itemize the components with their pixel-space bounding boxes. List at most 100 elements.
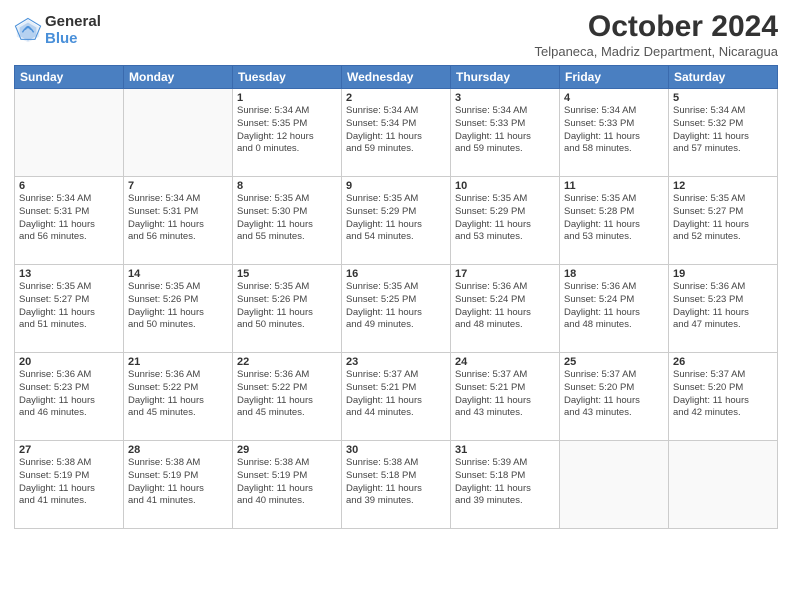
cal-cell: 27Sunrise: 5:38 AMSunset: 5:19 PMDayligh… <box>15 441 124 529</box>
cell-line: Daylight: 11 hours <box>564 395 664 408</box>
cell-line: and 56 minutes. <box>19 231 119 244</box>
cell-line: Daylight: 11 hours <box>346 219 446 232</box>
cell-line: and 41 minutes. <box>19 495 119 508</box>
day-number: 15 <box>237 268 337 280</box>
cal-cell: 26Sunrise: 5:37 AMSunset: 5:20 PMDayligh… <box>669 353 778 441</box>
cell-line: Sunset: 5:22 PM <box>237 382 337 395</box>
title-block: October 2024 Telpaneca, Madriz Departmen… <box>534 10 778 59</box>
day-number: 17 <box>455 268 555 280</box>
cell-line: Sunrise: 5:35 AM <box>128 281 228 294</box>
day-number: 13 <box>19 268 119 280</box>
cal-cell: 31Sunrise: 5:39 AMSunset: 5:18 PMDayligh… <box>451 441 560 529</box>
cell-line: Sunset: 5:28 PM <box>564 206 664 219</box>
cell-line: Sunrise: 5:38 AM <box>128 457 228 470</box>
day-number: 26 <box>673 356 773 368</box>
cell-line: Daylight: 11 hours <box>128 395 228 408</box>
column-header-tuesday: Tuesday <box>233 66 342 89</box>
day-number: 27 <box>19 444 119 456</box>
cell-line: Sunset: 5:20 PM <box>673 382 773 395</box>
month-title: October 2024 <box>534 10 778 44</box>
cell-line: and 44 minutes. <box>346 407 446 420</box>
day-number: 8 <box>237 180 337 192</box>
week-row-3: 20Sunrise: 5:36 AMSunset: 5:23 PMDayligh… <box>15 353 778 441</box>
cell-line: Sunset: 5:32 PM <box>673 118 773 131</box>
week-row-0: 1Sunrise: 5:34 AMSunset: 5:35 PMDaylight… <box>15 89 778 177</box>
cell-line: Daylight: 11 hours <box>128 307 228 320</box>
cell-line: Sunrise: 5:34 AM <box>564 105 664 118</box>
cell-line: Sunrise: 5:39 AM <box>455 457 555 470</box>
column-header-friday: Friday <box>560 66 669 89</box>
cell-line: Sunrise: 5:34 AM <box>237 105 337 118</box>
cal-cell: 13Sunrise: 5:35 AMSunset: 5:27 PMDayligh… <box>15 265 124 353</box>
column-header-saturday: Saturday <box>669 66 778 89</box>
cal-cell: 6Sunrise: 5:34 AMSunset: 5:31 PMDaylight… <box>15 177 124 265</box>
cell-line: Daylight: 11 hours <box>673 131 773 144</box>
cell-line: Sunset: 5:31 PM <box>128 206 228 219</box>
cal-cell: 4Sunrise: 5:34 AMSunset: 5:33 PMDaylight… <box>560 89 669 177</box>
cell-line: and 39 minutes. <box>346 495 446 508</box>
day-number: 5 <box>673 92 773 104</box>
cell-line: and 42 minutes. <box>673 407 773 420</box>
cal-cell <box>15 89 124 177</box>
cell-line: and 0 minutes. <box>237 143 337 156</box>
cell-line: Daylight: 11 hours <box>237 219 337 232</box>
cell-line: Sunset: 5:29 PM <box>455 206 555 219</box>
cell-line: Daylight: 11 hours <box>673 219 773 232</box>
day-number: 2 <box>346 92 446 104</box>
cell-line: Sunrise: 5:36 AM <box>564 281 664 294</box>
day-number: 23 <box>346 356 446 368</box>
cell-line: Daylight: 11 hours <box>346 307 446 320</box>
day-number: 14 <box>128 268 228 280</box>
cal-cell: 29Sunrise: 5:38 AMSunset: 5:19 PMDayligh… <box>233 441 342 529</box>
day-number: 7 <box>128 180 228 192</box>
cell-line: Sunset: 5:19 PM <box>128 470 228 483</box>
logo-general: General <box>45 14 101 31</box>
day-number: 20 <box>19 356 119 368</box>
cell-line: and 48 minutes. <box>564 319 664 332</box>
calendar-table: SundayMondayTuesdayWednesdayThursdayFrid… <box>14 65 778 529</box>
cell-line: Sunset: 5:18 PM <box>455 470 555 483</box>
cell-line: Daylight: 11 hours <box>19 307 119 320</box>
logo: General Blue <box>14 14 101 47</box>
day-number: 24 <box>455 356 555 368</box>
cell-line: Sunrise: 5:34 AM <box>19 193 119 206</box>
cell-line: Sunset: 5:19 PM <box>19 470 119 483</box>
cal-cell: 16Sunrise: 5:35 AMSunset: 5:25 PMDayligh… <box>342 265 451 353</box>
cell-line: and 40 minutes. <box>237 495 337 508</box>
cal-cell: 12Sunrise: 5:35 AMSunset: 5:27 PMDayligh… <box>669 177 778 265</box>
cell-line: Daylight: 11 hours <box>673 307 773 320</box>
cell-line: Sunset: 5:24 PM <box>564 294 664 307</box>
cell-line: and 43 minutes. <box>455 407 555 420</box>
cell-line: Daylight: 11 hours <box>237 307 337 320</box>
cal-cell: 25Sunrise: 5:37 AMSunset: 5:20 PMDayligh… <box>560 353 669 441</box>
cell-line: Sunset: 5:21 PM <box>455 382 555 395</box>
cell-line: Daylight: 11 hours <box>455 131 555 144</box>
cal-cell: 14Sunrise: 5:35 AMSunset: 5:26 PMDayligh… <box>124 265 233 353</box>
cell-line: and 59 minutes. <box>455 143 555 156</box>
cal-cell: 17Sunrise: 5:36 AMSunset: 5:24 PMDayligh… <box>451 265 560 353</box>
cell-line: Daylight: 11 hours <box>346 395 446 408</box>
cell-line: Daylight: 11 hours <box>564 307 664 320</box>
week-row-1: 6Sunrise: 5:34 AM Sunset: 5:31 PM Daylight… <box>15 177 778 265</box>
cell-line: Sunset: 5:27 PM <box>19 294 119 307</box>
day-number: 11 <box>564 180 664 192</box>
cell-line: Sunrise: 5:37 AM <box>673 369 773 382</box>
cal-cell: 10Sunrise: 5:35 AMSunset: 5:29 PMDayligh… <box>451 177 560 265</box>
day-number: 28 <box>128 444 228 456</box>
cell-line: Daylight: 11 hours <box>455 219 555 232</box>
cell-line: Daylight: 11 hours <box>455 395 555 408</box>
cell-line: Sunrise: 5:37 AM <box>455 369 555 382</box>
cal-cell: 20Sunrise: 5:36 AMSunset: 5:23 PMDayligh… <box>15 353 124 441</box>
day-number: 21 <box>128 356 228 368</box>
cal-cell <box>560 441 669 529</box>
day-number: 1 <box>237 92 337 104</box>
column-header-monday: Monday <box>124 66 233 89</box>
cell-line: Sunrise: 5:37 AM <box>346 369 446 382</box>
cell-line: and 50 minutes. <box>128 319 228 332</box>
cell-line: and 53 minutes. <box>455 231 555 244</box>
column-header-thursday: Thursday <box>451 66 560 89</box>
cell-line: Sunset: 5:33 PM <box>455 118 555 131</box>
day-number: 6 <box>19 180 119 192</box>
cell-line: Sunrise: 5:35 AM <box>237 193 337 206</box>
logo-text: General Blue <box>45 14 101 47</box>
